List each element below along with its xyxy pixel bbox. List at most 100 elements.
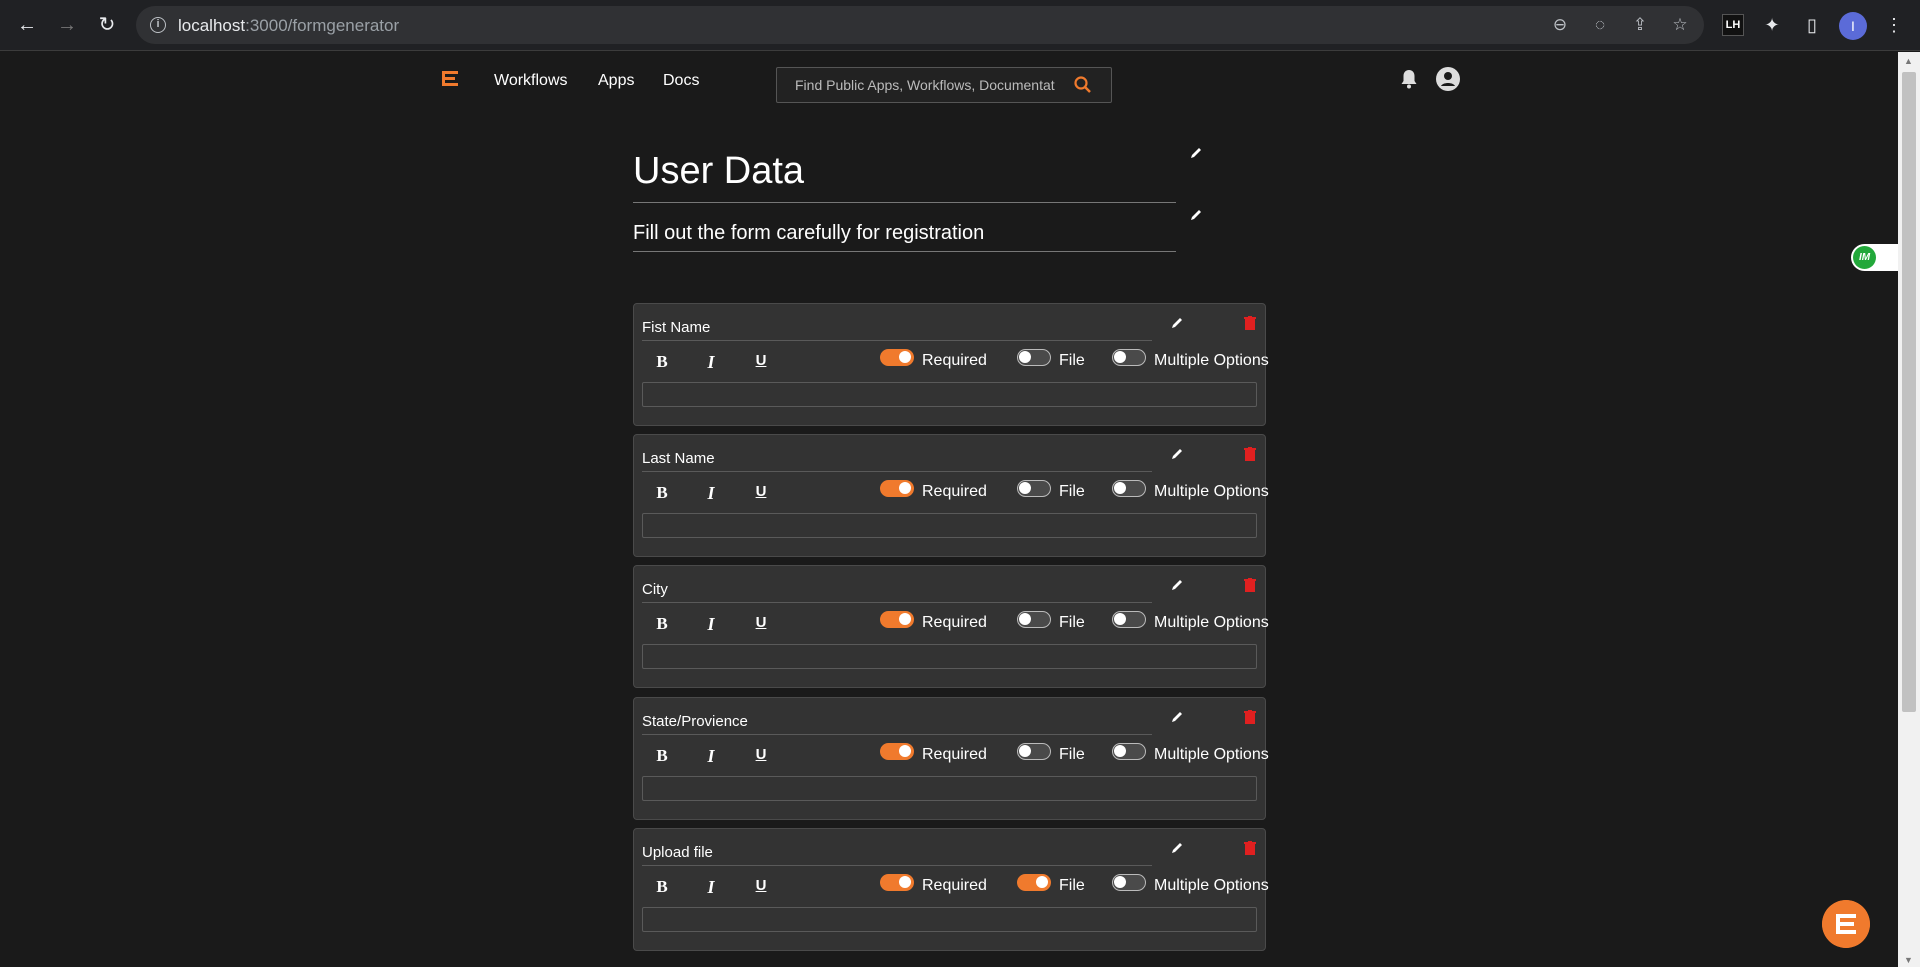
profile-avatar[interactable]: I <box>1839 12 1867 40</box>
delete-question-trash-icon[interactable] <box>1244 578 1256 592</box>
search-input[interactable]: Find Public Apps, Workflows, Documentati… <box>776 67 1112 103</box>
required-toggle[interactable] <box>880 743 914 760</box>
question-card: State/Provience B I U Required File Mult… <box>633 697 1269 820</box>
multiple-options-toggle[interactable] <box>1112 611 1146 628</box>
brand-fab-button[interactable] <box>1822 900 1870 948</box>
menu-kebab-icon[interactable]: ⋮ <box>1882 13 1906 37</box>
question-label-input[interactable]: Last Name <box>642 450 1152 472</box>
toggle-knob <box>1019 745 1031 757</box>
search-icon[interactable] <box>1073 75 1093 95</box>
search-placeholder: Find Public Apps, Workflows, Documentati… <box>795 77 1055 93</box>
question-card: Last Name B I U Required File Multiple O… <box>633 434 1269 557</box>
underline-button[interactable]: U <box>753 614 769 631</box>
edit-question-pencil-icon[interactable] <box>1170 841 1184 855</box>
file-toggle[interactable] <box>1017 874 1051 891</box>
toggle-knob <box>1114 351 1126 363</box>
bold-button[interactable]: B <box>654 614 670 634</box>
file-label: File <box>1059 877 1085 894</box>
back-icon[interactable]: ← <box>15 13 39 37</box>
delete-question-trash-icon[interactable] <box>1244 841 1256 855</box>
question-label-input[interactable]: Fist Name <box>642 319 1152 341</box>
file-toggle[interactable] <box>1017 743 1051 760</box>
lighthouse-extension-icon[interactable]: LH <box>1722 14 1744 36</box>
reload-icon[interactable]: ↻ <box>95 13 119 37</box>
multiple-options-toggle[interactable] <box>1112 874 1146 891</box>
side-panel-icon[interactable]: ▯ <box>1800 13 1824 37</box>
multiple-options-label: Multiple Options <box>1154 746 1269 763</box>
bold-button[interactable]: B <box>654 483 670 503</box>
italic-button[interactable]: I <box>703 746 719 767</box>
question-label-input[interactable]: Upload file <box>642 844 1152 866</box>
bell-icon[interactable] <box>1398 68 1420 90</box>
file-toggle[interactable] <box>1017 349 1051 366</box>
toggle-knob <box>899 876 911 888</box>
url-text[interactable]: localhost:3000/formgenerator <box>178 16 399 36</box>
underline-button[interactable]: U <box>753 352 769 369</box>
italic-button[interactable]: I <box>703 352 719 373</box>
bold-button[interactable]: B <box>654 352 670 372</box>
question-label-input[interactable]: City <box>642 581 1152 603</box>
file-toggle[interactable] <box>1017 611 1051 628</box>
underline-button[interactable]: U <box>753 746 769 763</box>
nav-docs[interactable]: Docs <box>663 72 699 90</box>
answer-input[interactable] <box>642 776 1257 801</box>
edit-title-pencil-icon[interactable] <box>1189 146 1203 160</box>
file-label: File <box>1059 483 1085 500</box>
form-title[interactable]: User Data <box>633 150 1176 203</box>
delete-question-trash-icon[interactable] <box>1244 447 1256 461</box>
multiple-options-toggle[interactable] <box>1112 743 1146 760</box>
multiple-options-toggle[interactable] <box>1112 349 1146 366</box>
share-icon[interactable]: ⇪ <box>1630 15 1650 35</box>
puzzle-extensions-icon[interactable]: ✦ <box>1760 13 1784 37</box>
toggle-knob <box>899 613 911 625</box>
delete-question-trash-icon[interactable] <box>1244 316 1256 330</box>
scroll-down-icon[interactable]: ▼ <box>1904 955 1913 965</box>
italic-button[interactable]: I <box>703 614 719 635</box>
edit-question-pencil-icon[interactable] <box>1170 316 1184 330</box>
scrollbar-thumb[interactable] <box>1902 72 1916 712</box>
site-info-icon[interactable]: i <box>150 17 166 33</box>
bold-button[interactable]: B <box>654 877 670 897</box>
italic-button[interactable]: I <box>703 483 719 504</box>
zoom-icon[interactable]: ⊖ <box>1550 15 1570 35</box>
nav-apps[interactable]: Apps <box>598 72 634 90</box>
question-label-input[interactable]: State/Provience <box>642 713 1152 735</box>
form-description[interactable]: Fill out the form carefully for registra… <box>633 222 1176 252</box>
brand-logo-icon[interactable] <box>441 70 459 88</box>
required-toggle[interactable] <box>880 480 914 497</box>
edit-question-pencil-icon[interactable] <box>1170 710 1184 724</box>
answer-input[interactable] <box>642 644 1257 669</box>
forward-icon[interactable]: → <box>55 13 79 37</box>
delete-question-trash-icon[interactable] <box>1244 710 1256 724</box>
star-icon[interactable]: ☆ <box>1670 15 1690 35</box>
required-toggle[interactable] <box>880 349 914 366</box>
scroll-up-icon[interactable]: ▲ <box>1904 56 1913 66</box>
eye-off-icon[interactable]: ◌ <box>1590 15 1610 35</box>
nav-workflows[interactable]: Workflows <box>494 72 568 90</box>
question-card: Fist Name B I U Required File Multiple O… <box>633 303 1269 426</box>
answer-input[interactable] <box>642 907 1257 932</box>
underline-button[interactable]: U <box>753 877 769 894</box>
toggle-knob <box>1019 351 1031 363</box>
extension-badge-icon[interactable]: IM <box>1853 246 1876 269</box>
extension-side-badge[interactable]: IM <box>1851 244 1898 271</box>
answer-input[interactable] <box>642 513 1257 538</box>
edit-question-pencil-icon[interactable] <box>1170 447 1184 461</box>
file-toggle[interactable] <box>1017 480 1051 497</box>
required-toggle[interactable] <box>880 611 914 628</box>
edit-question-pencil-icon[interactable] <box>1170 578 1184 592</box>
file-label: File <box>1059 352 1085 369</box>
edit-description-pencil-icon[interactable] <box>1189 208 1203 222</box>
underline-button[interactable]: U <box>753 483 769 500</box>
required-toggle[interactable] <box>880 874 914 891</box>
address-bar[interactable]: i localhost:3000/formgenerator ⊖ ◌ ⇪ ☆ <box>136 6 1704 44</box>
multiple-options-label: Multiple Options <box>1154 614 1269 631</box>
italic-button[interactable]: I <box>703 877 719 898</box>
multiple-options-toggle[interactable] <box>1112 480 1146 497</box>
page-scrollbar[interactable]: ▲ ▼ <box>1898 52 1920 967</box>
multiple-options-label: Multiple Options <box>1154 352 1269 369</box>
question-card: Upload file B I U Required File Multiple… <box>633 828 1269 951</box>
bold-button[interactable]: B <box>654 746 670 766</box>
account-icon[interactable] <box>1436 67 1460 91</box>
answer-input[interactable] <box>642 382 1257 407</box>
